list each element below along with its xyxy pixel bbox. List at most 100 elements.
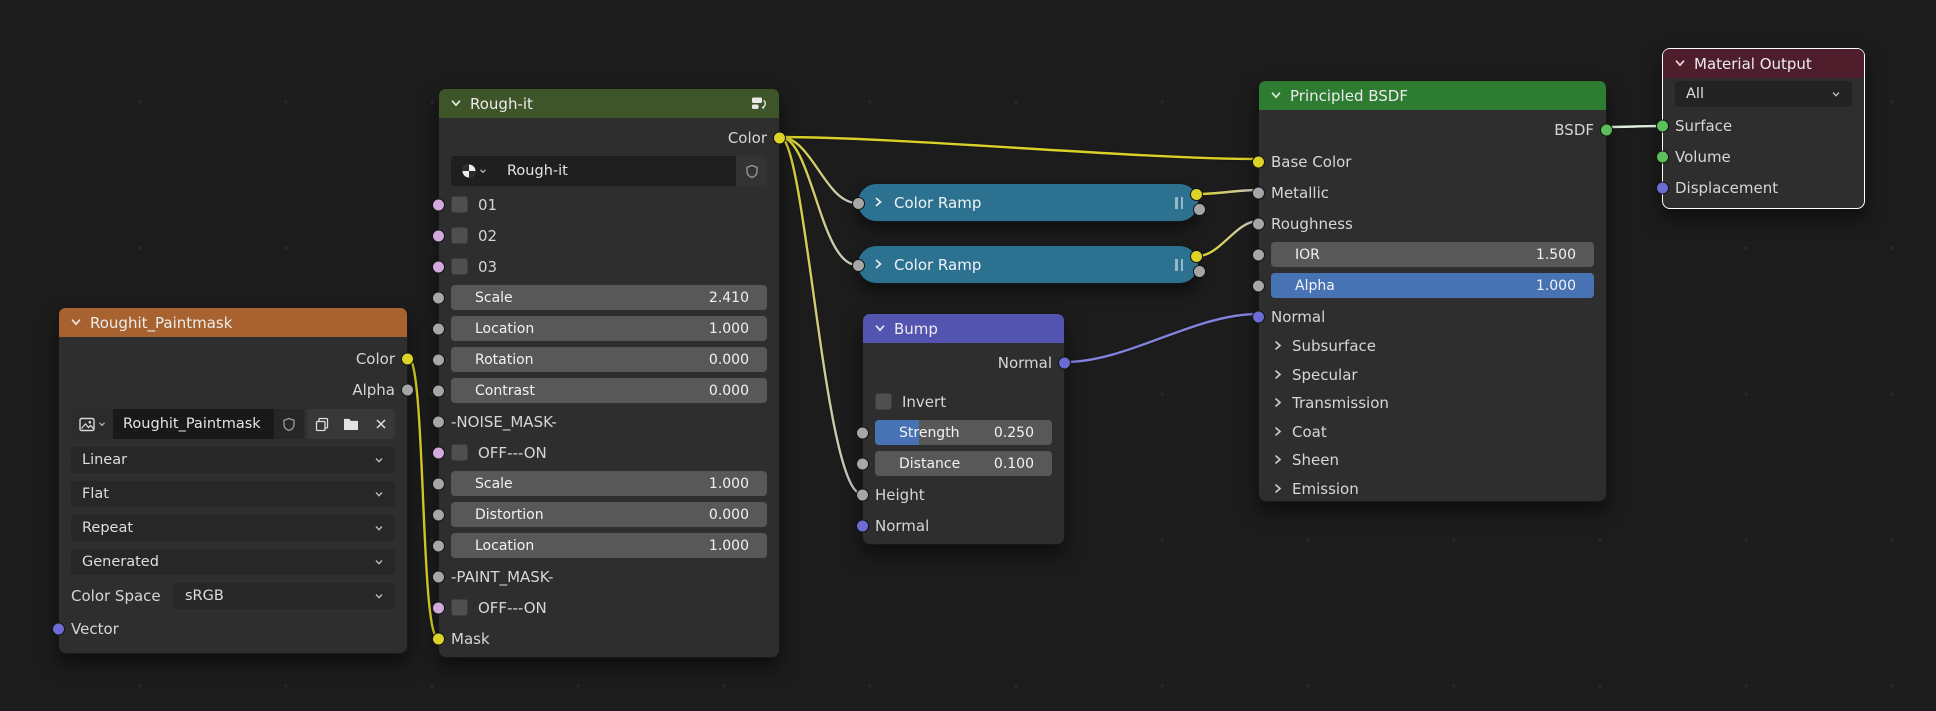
wire-bump-normal-to-principled[interactable] — [1065, 314, 1258, 362]
collapse-chevron-icon[interactable] — [1270, 87, 1282, 105]
unlink-image-button[interactable] — [366, 409, 395, 439]
image-name-field[interactable]: Roughit_Paintmask — [113, 409, 274, 439]
socket-alpha-output[interactable] — [1193, 203, 1206, 216]
panel-subsurface[interactable]: Subsurface — [1259, 332, 1606, 361]
socket-alpha-output[interactable] — [401, 383, 414, 396]
socket-normal-input[interactable] — [1252, 310, 1265, 323]
socket-mask-input[interactable] — [432, 632, 445, 645]
distance-slider[interactable]: Distance0.100 — [875, 451, 1052, 476]
checkbox-02[interactable] — [451, 227, 468, 244]
node-editor-canvas[interactable]: Roughit_Paintmask Color Alpha Roughit_Pa… — [0, 0, 1936, 711]
socket-normal-output[interactable] — [1058, 356, 1071, 369]
resize-grip[interactable] — [1175, 197, 1183, 209]
socket-color-output[interactable] — [1190, 188, 1203, 201]
socket-roughness-input[interactable] — [1252, 217, 1265, 230]
socket-location-input[interactable] — [432, 322, 445, 335]
node-color-ramp-bottom[interactable]: Color Ramp — [857, 245, 1199, 284]
rotation-slider[interactable]: Rotation0.000 — [451, 347, 767, 372]
socket-fac-input[interactable] — [852, 259, 865, 272]
wire-ramp2-to-roughness[interactable] — [1198, 221, 1258, 256]
checkbox-noise-toggle[interactable] — [451, 444, 468, 461]
socket-scale2-input[interactable] — [432, 477, 445, 490]
socket-metallic-input[interactable] — [1252, 186, 1265, 199]
panel-emission[interactable]: Emission — [1259, 475, 1606, 504]
ior-slider[interactable]: IOR1.500 — [1271, 242, 1594, 267]
expand-chevron-icon[interactable] — [873, 256, 884, 274]
fake-user-button[interactable] — [274, 409, 304, 439]
checkbox-01[interactable] — [451, 196, 468, 213]
group-browse-button[interactable] — [451, 156, 497, 186]
panel-sheen[interactable]: Sheen — [1259, 446, 1606, 475]
location-slider[interactable]: Location1.000 — [451, 316, 767, 341]
strength-slider[interactable]: Strength0.250 — [875, 420, 1052, 445]
node-color-ramp-top[interactable]: Color Ramp — [857, 183, 1199, 222]
resize-grip[interactable] — [1175, 259, 1183, 271]
socket-ior-input[interactable] — [1252, 248, 1265, 261]
socket-01-input[interactable] — [432, 198, 445, 211]
scale2-slider[interactable]: Scale1.000 — [451, 471, 767, 496]
socket-scale-input[interactable] — [432, 291, 445, 304]
scale-slider[interactable]: Scale2.410 — [451, 285, 767, 310]
projection-dropdown[interactable]: Flat — [71, 481, 395, 507]
wire-roughit-color-to-bump-height[interactable] — [780, 137, 862, 494]
socket-height-input[interactable] — [856, 488, 869, 501]
color-space-dropdown[interactable]: sRGB — [174, 583, 395, 609]
socket-distortion-input[interactable] — [432, 508, 445, 521]
socket-03-input[interactable] — [432, 260, 445, 273]
source-dropdown[interactable]: Generated — [71, 549, 395, 575]
location2-slider[interactable]: Location1.000 — [451, 533, 767, 558]
socket-noise-mask-input[interactable] — [432, 415, 445, 428]
socket-normal-input[interactable] — [856, 519, 869, 532]
panel-transmission[interactable]: Transmission — [1259, 389, 1606, 418]
collapse-chevron-icon[interactable] — [450, 95, 462, 113]
socket-vector-input[interactable] — [52, 622, 65, 635]
socket-surface-input[interactable] — [1656, 119, 1669, 132]
socket-distance-input[interactable] — [856, 457, 869, 470]
socket-paint-toggle-input[interactable] — [432, 601, 445, 614]
image-texture-header[interactable]: Roughit_Paintmask — [59, 308, 407, 337]
socket-strength-input[interactable] — [856, 426, 869, 439]
socket-noise-toggle-input[interactable] — [432, 446, 445, 459]
socket-color-output[interactable] — [401, 352, 414, 365]
expand-chevron-icon[interactable] — [873, 194, 884, 212]
socket-rotation-input[interactable] — [432, 353, 445, 366]
material-output-header[interactable]: Material Output — [1663, 49, 1864, 78]
collapse-chevron-icon[interactable] — [1674, 55, 1686, 73]
collapse-chevron-icon[interactable] — [874, 320, 886, 338]
socket-color-output[interactable] — [773, 131, 786, 144]
principled-header[interactable]: Principled BSDF — [1259, 81, 1606, 110]
roughit-header[interactable]: Rough-it — [439, 89, 779, 118]
checkbox-03[interactable] — [451, 258, 468, 275]
socket-fac-input[interactable] — [852, 197, 865, 210]
new-image-button[interactable] — [307, 409, 336, 439]
contrast-slider[interactable]: Contrast0.000 — [451, 378, 767, 403]
socket-02-input[interactable] — [432, 229, 445, 242]
checkbox-invert[interactable] — [875, 393, 892, 410]
fake-user-button[interactable] — [736, 156, 767, 186]
node-bump[interactable]: Bump Normal Invert Strength0.250 — [862, 313, 1065, 545]
wire-bsdf-to-surface[interactable] — [1607, 126, 1662, 127]
target-dropdown[interactable]: All — [1675, 81, 1852, 107]
socket-paint-mask-input[interactable] — [432, 570, 445, 583]
socket-color-output[interactable] — [1190, 250, 1203, 263]
bump-header[interactable]: Bump — [863, 314, 1064, 343]
socket-base-color-input[interactable] — [1252, 155, 1265, 168]
checkbox-paint-toggle[interactable] — [451, 599, 468, 616]
socket-alpha-output[interactable] — [1193, 265, 1206, 278]
socket-alpha-input[interactable] — [1252, 279, 1265, 292]
open-image-button[interactable] — [336, 409, 366, 439]
socket-contrast-input[interactable] — [432, 384, 445, 397]
extension-dropdown[interactable]: Repeat — [71, 515, 395, 541]
socket-displacement-input[interactable] — [1656, 181, 1669, 194]
socket-bsdf-output[interactable] — [1600, 123, 1613, 136]
node-group-roughit[interactable]: Rough-it Color Rough-it — [438, 88, 780, 658]
wire-paintmask-color-to-mask[interactable] — [408, 357, 438, 638]
panel-specular[interactable]: Specular — [1259, 361, 1606, 390]
node-material-output[interactable]: Material Output All Surface Volume Displ… — [1662, 48, 1865, 209]
wire-roughit-color-to-ramp1[interactable] — [780, 137, 857, 203]
socket-volume-input[interactable] — [1656, 150, 1669, 163]
node-principled-bsdf[interactable]: Principled BSDF BSDF Base Color Metallic… — [1258, 80, 1607, 502]
socket-location2-input[interactable] — [432, 539, 445, 552]
panel-coat[interactable]: Coat — [1259, 418, 1606, 447]
collapse-chevron-icon[interactable] — [70, 314, 82, 332]
